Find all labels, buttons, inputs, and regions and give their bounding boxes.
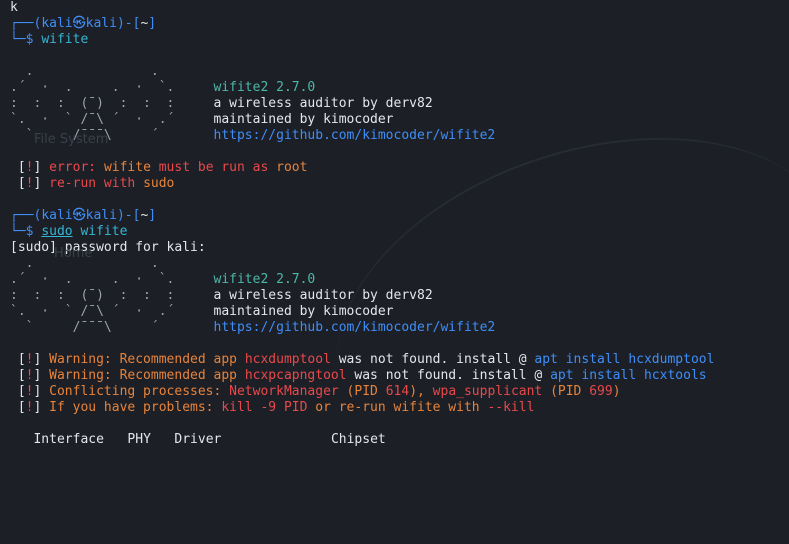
col-interface: Interface [33, 432, 104, 447]
col-phy: PHY [127, 432, 151, 447]
banner-line-4: `. · ` /¯\ ´ · .´ maintained by kimocode… [10, 112, 394, 127]
banner-line-1: . . [10, 64, 191, 79]
command-line-1: └─$ wifite [10, 32, 89, 47]
banner-line-2: .´ · . . · `. wifite2 2.7.0 [10, 80, 316, 95]
prompt-line-1: ┌──(kali㉿kali)-[~] [10, 16, 157, 31]
command-text: wifite [41, 32, 89, 47]
top-char: k [10, 0, 18, 15]
repo-link[interactable]: https://github.com/kimocoder/wifite2 [214, 128, 496, 143]
terminal-window[interactable]: File System Home k ┌──(kali㉿kali)-[~] └─… [0, 0, 789, 544]
col-driver: Driver [174, 432, 222, 447]
banner-line-3: : : : (¯) : : : a wireless auditor by de… [10, 96, 433, 111]
desktop-label-filesystem: File System [34, 132, 109, 147]
desktop-label-home: Home [54, 246, 93, 261]
